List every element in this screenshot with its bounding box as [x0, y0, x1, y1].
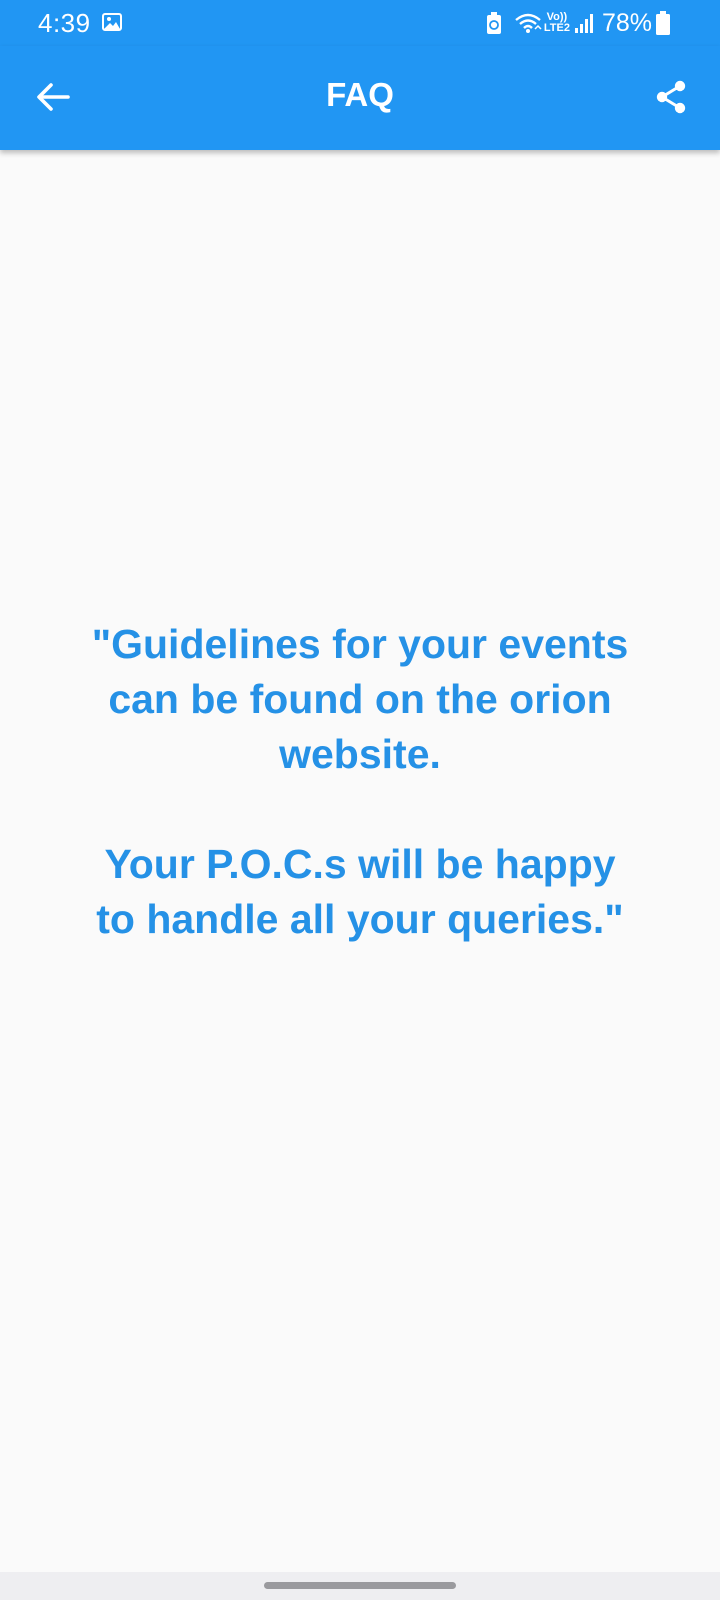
navigation-bar: [0, 1572, 720, 1600]
faq-screen: 4:39 Vo)) LTE2 78% FAQ "Guidelines for y…: [0, 0, 720, 1600]
battery-saver-icon: [486, 12, 502, 34]
faq-message: "Guidelines for your events can be found…: [91, 621, 629, 942]
battery-icon: [656, 11, 670, 35]
share-button[interactable]: [644, 70, 698, 124]
status-time: 4:39: [38, 8, 91, 38]
battery-percent: 78%: [601, 8, 652, 37]
share-icon: [656, 80, 686, 114]
page-title: FAQ: [326, 76, 394, 113]
status-bar: 4:39 Vo)) LTE2 78%: [0, 0, 720, 46]
volte-bottom-label: LTE2: [543, 22, 570, 34]
gallery-icon: [102, 13, 122, 31]
wifi-icon: [514, 12, 542, 34]
volte-icon: Vo)) LTE2: [544, 12, 570, 34]
status-icons: Vo)) LTE2 78%: [486, 8, 670, 38]
signal-icon: [574, 12, 596, 34]
app-bar: FAQ: [0, 46, 720, 150]
home-gesture-handle[interactable]: [264, 1582, 456, 1589]
